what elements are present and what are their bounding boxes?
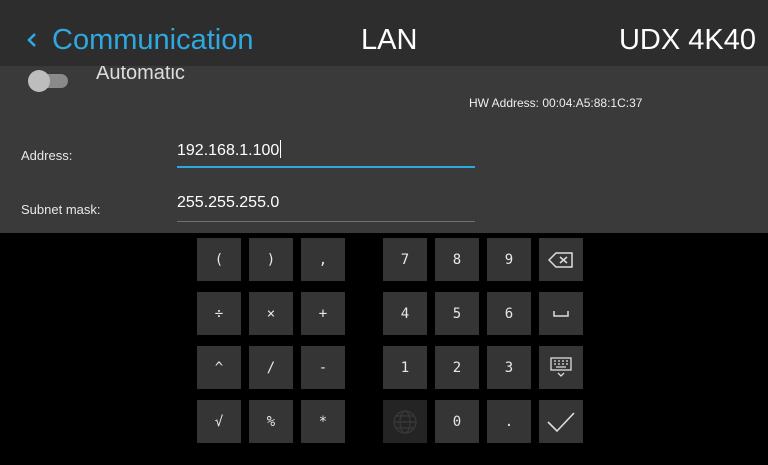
subnet-mask-value: 255.255.255.0 xyxy=(177,194,280,211)
key-percent[interactable]: % xyxy=(249,400,293,443)
automatic-label: Automatic xyxy=(96,66,185,84)
key-label: 9 xyxy=(504,251,514,268)
key-asterisk[interactable]: * xyxy=(301,400,345,443)
automatic-toggle[interactable] xyxy=(28,70,68,92)
key-label: + xyxy=(318,305,328,322)
backspace-icon xyxy=(548,251,574,268)
key-comma[interactable]: , xyxy=(301,238,345,281)
key-label: ÷ xyxy=(214,305,224,322)
keyboard-icon xyxy=(550,356,572,379)
back-title: Communication xyxy=(52,23,254,56)
key-label: . xyxy=(504,413,514,430)
key-digit-2[interactable]: 2 xyxy=(435,346,479,389)
key-sqrt[interactable]: √ xyxy=(197,400,241,443)
check-icon xyxy=(546,411,576,433)
subnet-mask-field[interactable]: 255.255.255.0 xyxy=(177,188,475,222)
key-digit-8[interactable]: 8 xyxy=(435,238,479,281)
key-label: ) xyxy=(266,251,276,268)
key-label: 1 xyxy=(400,359,410,376)
key-label: × xyxy=(266,305,276,322)
key-minus[interactable]: - xyxy=(301,346,345,389)
key-close-paren[interactable]: ) xyxy=(249,238,293,281)
back-button[interactable]: Communication xyxy=(22,20,253,60)
key-label: 2 xyxy=(452,359,462,376)
key-label: 5 xyxy=(452,305,462,322)
key-label: 0 xyxy=(452,413,462,430)
key-label: 4 xyxy=(400,305,410,322)
key-digit-3[interactable]: 3 xyxy=(487,346,531,389)
key-digit-1[interactable]: 1 xyxy=(383,346,427,389)
hw-address: HW Address: 00:04:A5:88:1C:37 xyxy=(469,96,643,110)
key-digit-9[interactable]: 9 xyxy=(487,238,531,281)
key-label: / xyxy=(266,359,276,376)
lan-settings-panel: Automatic HW Address: 00:04:A5:88:1C:37 … xyxy=(0,66,768,233)
key-label: √ xyxy=(214,413,224,430)
key-label: 6 xyxy=(504,305,514,322)
address-value: 192.168.1.100 xyxy=(177,142,280,159)
key-label: 3 xyxy=(504,359,514,376)
key-digit-4[interactable]: 4 xyxy=(383,292,427,335)
key-open-paren[interactable]: ( xyxy=(197,238,241,281)
globe-key xyxy=(383,400,427,443)
globe-icon xyxy=(392,409,418,435)
text-caret xyxy=(280,140,282,158)
chevron-left-icon xyxy=(27,33,36,47)
backspace-key[interactable] xyxy=(539,238,583,281)
key-digit-6[interactable]: 6 xyxy=(487,292,531,335)
numeric-keypad: (), ÷ × + ^ / - √% * 7 8 9 4 5 6 1 2 3 0. xyxy=(0,233,768,465)
subnet-mask-label: Subnet mask: xyxy=(21,202,101,217)
key-label: ^ xyxy=(214,359,224,376)
address-label: Address: xyxy=(21,148,73,163)
space-icon xyxy=(553,310,569,318)
key-label: 7 xyxy=(400,251,410,268)
check-key[interactable] xyxy=(539,400,583,443)
key-label: , xyxy=(318,251,328,268)
toggle-knob xyxy=(28,70,50,92)
section-title: LAN xyxy=(361,24,418,56)
space-key[interactable] xyxy=(539,292,583,335)
key-label: ( xyxy=(214,251,224,268)
key-digit-5[interactable]: 5 xyxy=(435,292,479,335)
address-field[interactable]: 192.168.1.100 xyxy=(177,134,475,168)
key-label: 8 xyxy=(452,251,462,268)
key-period[interactable]: . xyxy=(487,400,531,443)
key-label: - xyxy=(318,359,328,376)
key-multiply[interactable]: × xyxy=(249,292,293,335)
key-digit-0[interactable]: 0 xyxy=(435,400,479,443)
key-caret[interactable]: ^ xyxy=(197,346,241,389)
key-label: * xyxy=(318,413,328,430)
key-digit-7[interactable]: 7 xyxy=(383,238,427,281)
key-label: % xyxy=(266,413,276,430)
key-plus[interactable]: + xyxy=(301,292,345,335)
keyboard-key[interactable] xyxy=(539,346,583,389)
key-slash[interactable]: / xyxy=(249,346,293,389)
device-name: UDX 4K40 xyxy=(618,24,756,56)
key-divide[interactable]: ÷ xyxy=(197,292,241,335)
